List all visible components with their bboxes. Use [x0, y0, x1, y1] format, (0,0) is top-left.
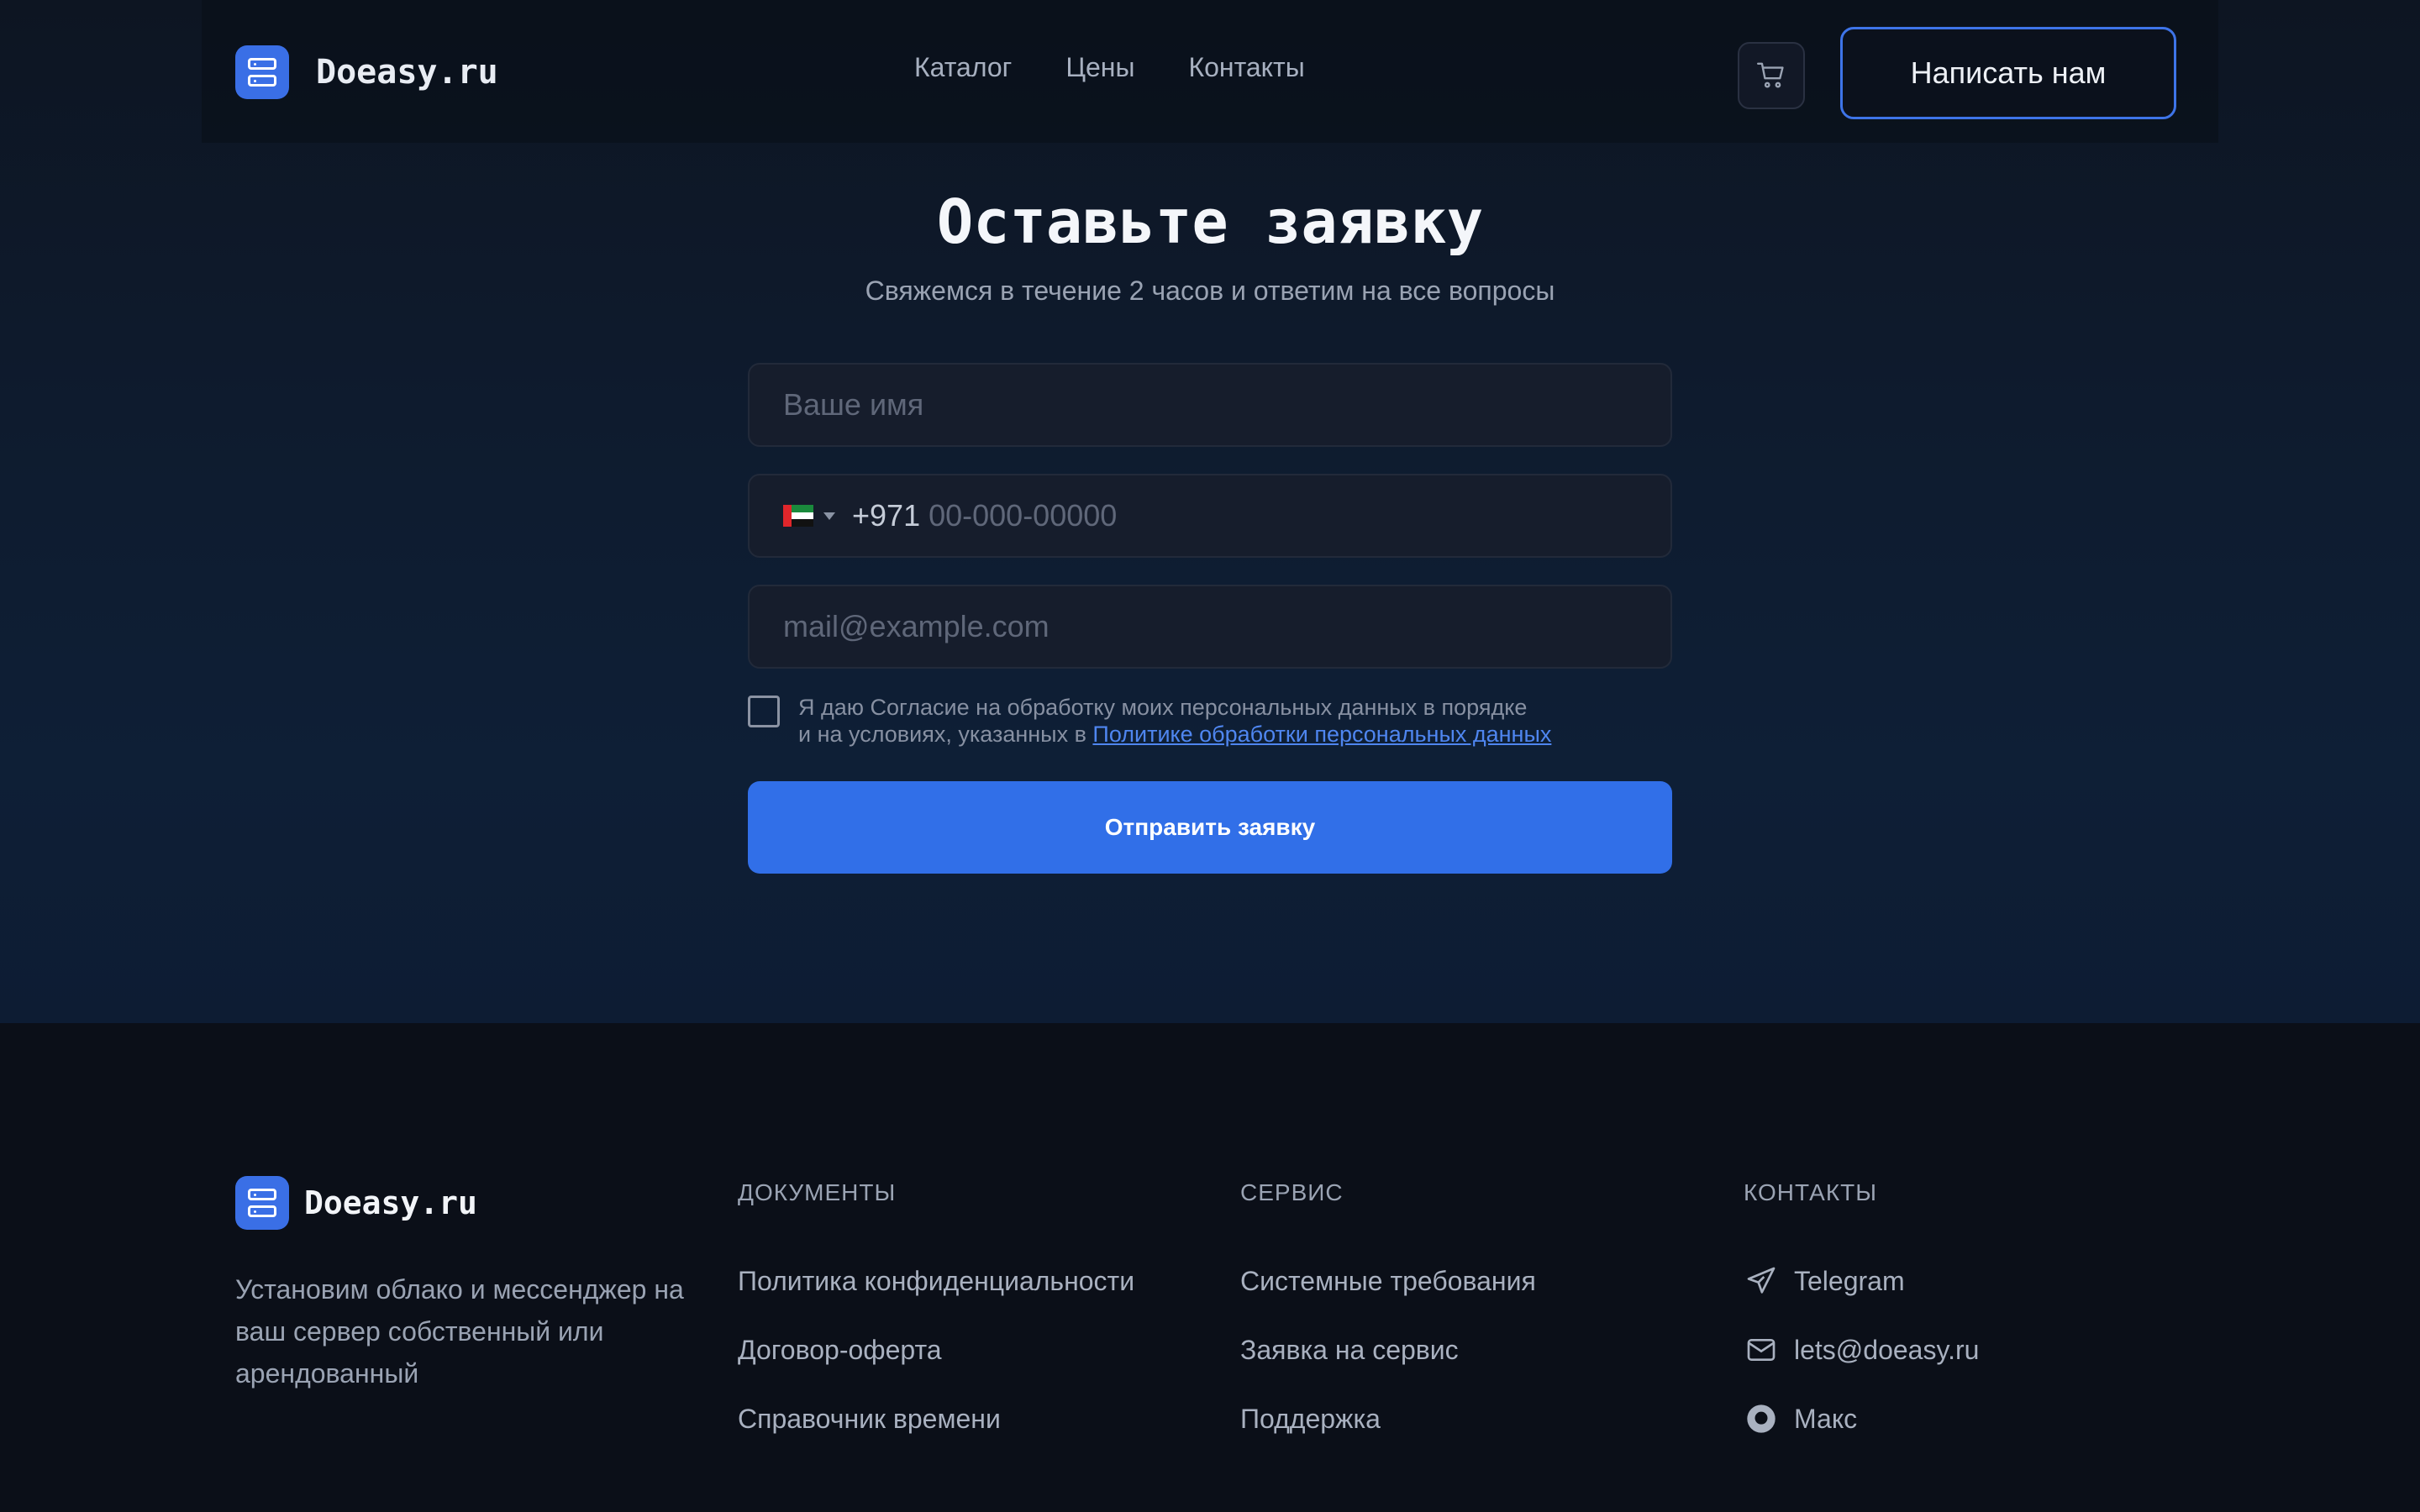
server-logo-icon: [235, 1176, 289, 1230]
main-nav: Каталог Цены Контакты: [914, 52, 1305, 83]
consent-checkbox[interactable]: [748, 696, 780, 727]
link-support[interactable]: Поддержка: [1240, 1384, 1536, 1453]
cart-button[interactable]: [1738, 42, 1805, 109]
server-logo-icon: [235, 45, 289, 99]
contact-label: Макс: [1794, 1403, 1858, 1434]
privacy-policy-link[interactable]: Политике обработки персональных данных: [1092, 722, 1551, 747]
contacts-heading: КОНТАКТЫ: [1744, 1179, 1878, 1205]
footer-description: Установим облако и мессенджер на ваш сер…: [235, 1274, 684, 1389]
contact-label: Telegram: [1794, 1265, 1905, 1296]
footer: [0, 1023, 2420, 1512]
footer-docs-column: ДОКУМЕНТЫ Политика конфиденциальности До…: [738, 1179, 1134, 1453]
footer-brand-name: Doeasy.ru: [304, 1184, 477, 1221]
phone-input[interactable]: [929, 498, 1637, 533]
nav-prices[interactable]: Цены: [1065, 52, 1134, 83]
consent-line-2: и на условиях, указанных в: [798, 722, 1093, 747]
service-heading: СЕРВИС: [1240, 1179, 1344, 1205]
contact-email[interactable]: lets@doeasy.ru: [1744, 1315, 1979, 1384]
nav-catalog[interactable]: Каталог: [914, 52, 1012, 83]
consent-line-1: Я даю Согласие на обработку моих персона…: [798, 695, 1528, 720]
brand-name: Doeasy.ru: [316, 53, 498, 92]
contact-telegram[interactable]: Telegram: [1744, 1247, 1979, 1315]
link-service-request[interactable]: Заявка на сервис: [1240, 1315, 1536, 1384]
chevron-down-icon[interactable]: [823, 512, 835, 520]
footer-service-column: СЕРВИС Системные требования Заявка на се…: [1240, 1179, 1536, 1453]
phone-field: +971: [748, 474, 1672, 558]
email-field: [748, 585, 1672, 669]
name-field: [748, 363, 1672, 447]
footer-contacts-column: КОНТАКТЫ Telegram lets@doeasy.ru Макс: [1744, 1179, 1979, 1453]
link-system-requirements[interactable]: Системные требования: [1240, 1247, 1536, 1315]
consent-text: Я даю Согласие на обработку моих персона…: [798, 694, 1706, 748]
telegram-icon: [1744, 1263, 1779, 1299]
name-input[interactable]: [783, 387, 1637, 423]
contact-max[interactable]: Макс: [1744, 1384, 1979, 1453]
submit-button[interactable]: Отправить заявку: [748, 781, 1672, 874]
nav-contacts[interactable]: Контакты: [1188, 52, 1304, 83]
dial-code: +971: [852, 498, 921, 533]
form-title: Оставьте заявку: [936, 186, 1484, 257]
header-logo[interactable]: Doeasy.ru: [235, 45, 498, 99]
footer-logo[interactable]: Doeasy.ru: [235, 1176, 477, 1230]
mail-icon: [1744, 1332, 1779, 1368]
write-us-button[interactable]: Написать нам: [1840, 27, 2176, 119]
contact-label: lets@doeasy.ru: [1794, 1334, 1980, 1365]
link-privacy[interactable]: Политика конфиденциальности: [738, 1247, 1134, 1315]
docs-heading: ДОКУМЕНТЫ: [738, 1179, 897, 1205]
link-time-reference[interactable]: Справочник времени: [738, 1384, 1134, 1453]
form-subtitle: Свяжемся в течение 2 часов и ответим на …: [865, 276, 1555, 306]
cart-icon: [1756, 62, 1784, 88]
consent-row: Я даю Согласие на обработку моих персона…: [748, 694, 1706, 748]
chat-icon: [1744, 1401, 1779, 1436]
email-input[interactable]: [783, 609, 1637, 644]
link-offer[interactable]: Договор-оферта: [738, 1315, 1134, 1384]
uae-flag-icon[interactable]: [783, 505, 813, 528]
